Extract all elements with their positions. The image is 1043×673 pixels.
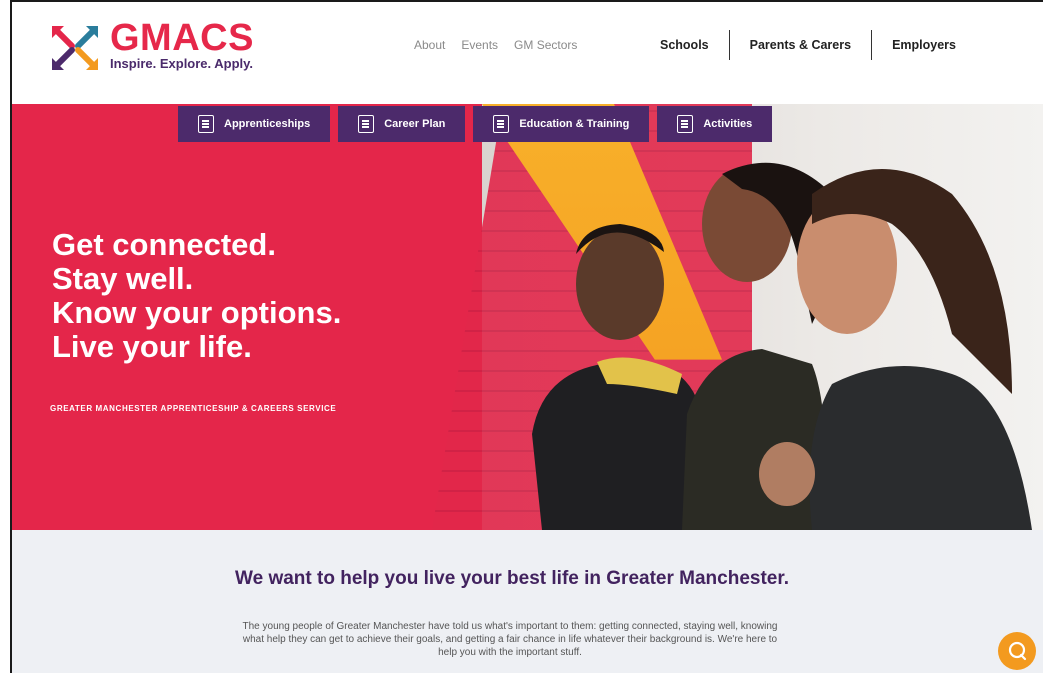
hero-line-3: Know your options. — [52, 295, 342, 330]
door-icon — [677, 115, 694, 133]
tab-label: Activities — [703, 118, 753, 130]
nav-link-gm-sectors[interactable]: GM Sectors — [514, 38, 577, 52]
nav-link-parents-carers[interactable]: Parents & Carers — [730, 30, 871, 60]
hero-photo-people — [532, 162, 1032, 530]
primary-nav: Schools Parents & Carers Employers — [640, 30, 976, 60]
tab-label: Education & Training — [519, 118, 630, 130]
logo-wordmark: GMACS — [110, 17, 254, 59]
chat-icon — [1008, 641, 1027, 661]
hero-line-4: Live your life. — [52, 329, 252, 364]
site-header: GMACS Inspire. Explore. Apply. About Eve… — [12, 2, 1043, 104]
tab-activities[interactable]: Activities — [657, 106, 773, 142]
category-tabs: Apprenticeships Career Plan Education & … — [178, 106, 773, 142]
tab-label: Career Plan — [384, 118, 446, 130]
page-frame: GMACS Inspire. Explore. Apply. About Eve… — [10, 0, 1043, 673]
hero-line-2: Stay well. — [52, 261, 194, 296]
hero-line-1: Get connected. — [52, 227, 276, 262]
chat-button[interactable] — [998, 632, 1036, 670]
nav-link-about[interactable]: About — [414, 38, 445, 52]
tab-career-plan[interactable]: Career Plan — [338, 106, 466, 142]
nav-link-events[interactable]: Events — [461, 38, 498, 52]
nav-link-employers[interactable]: Employers — [872, 30, 976, 60]
hero-headline: Get connected. Stay well. Know your opti… — [52, 228, 341, 364]
clipboard-icon — [358, 115, 375, 133]
map-icon — [493, 115, 510, 133]
search-document-icon — [198, 115, 214, 133]
tab-education-training[interactable]: Education & Training — [473, 106, 650, 142]
nav-link-schools[interactable]: Schools — [640, 30, 729, 60]
tab-apprenticeships[interactable]: Apprenticeships — [178, 106, 331, 142]
tab-label: Apprenticeships — [224, 118, 311, 130]
intro-section: We want to help you live your best life … — [12, 530, 1043, 673]
secondary-nav: About Events GM Sectors — [414, 38, 577, 52]
intro-body: The young people of Greater Manchester h… — [242, 621, 778, 658]
hero-banner: Get connected. Stay well. Know your opti… — [12, 104, 1043, 530]
logo-tagline: Inspire. Explore. Apply. — [110, 56, 254, 71]
logo[interactable]: GMACS Inspire. Explore. Apply. — [50, 17, 270, 74]
hero-subtitle: GREATER MANCHESTER APPRENTICESHIP & CARE… — [50, 404, 337, 413]
intro-heading: We want to help you live your best life … — [235, 568, 789, 589]
gmacs-arrows-icon — [52, 26, 98, 70]
